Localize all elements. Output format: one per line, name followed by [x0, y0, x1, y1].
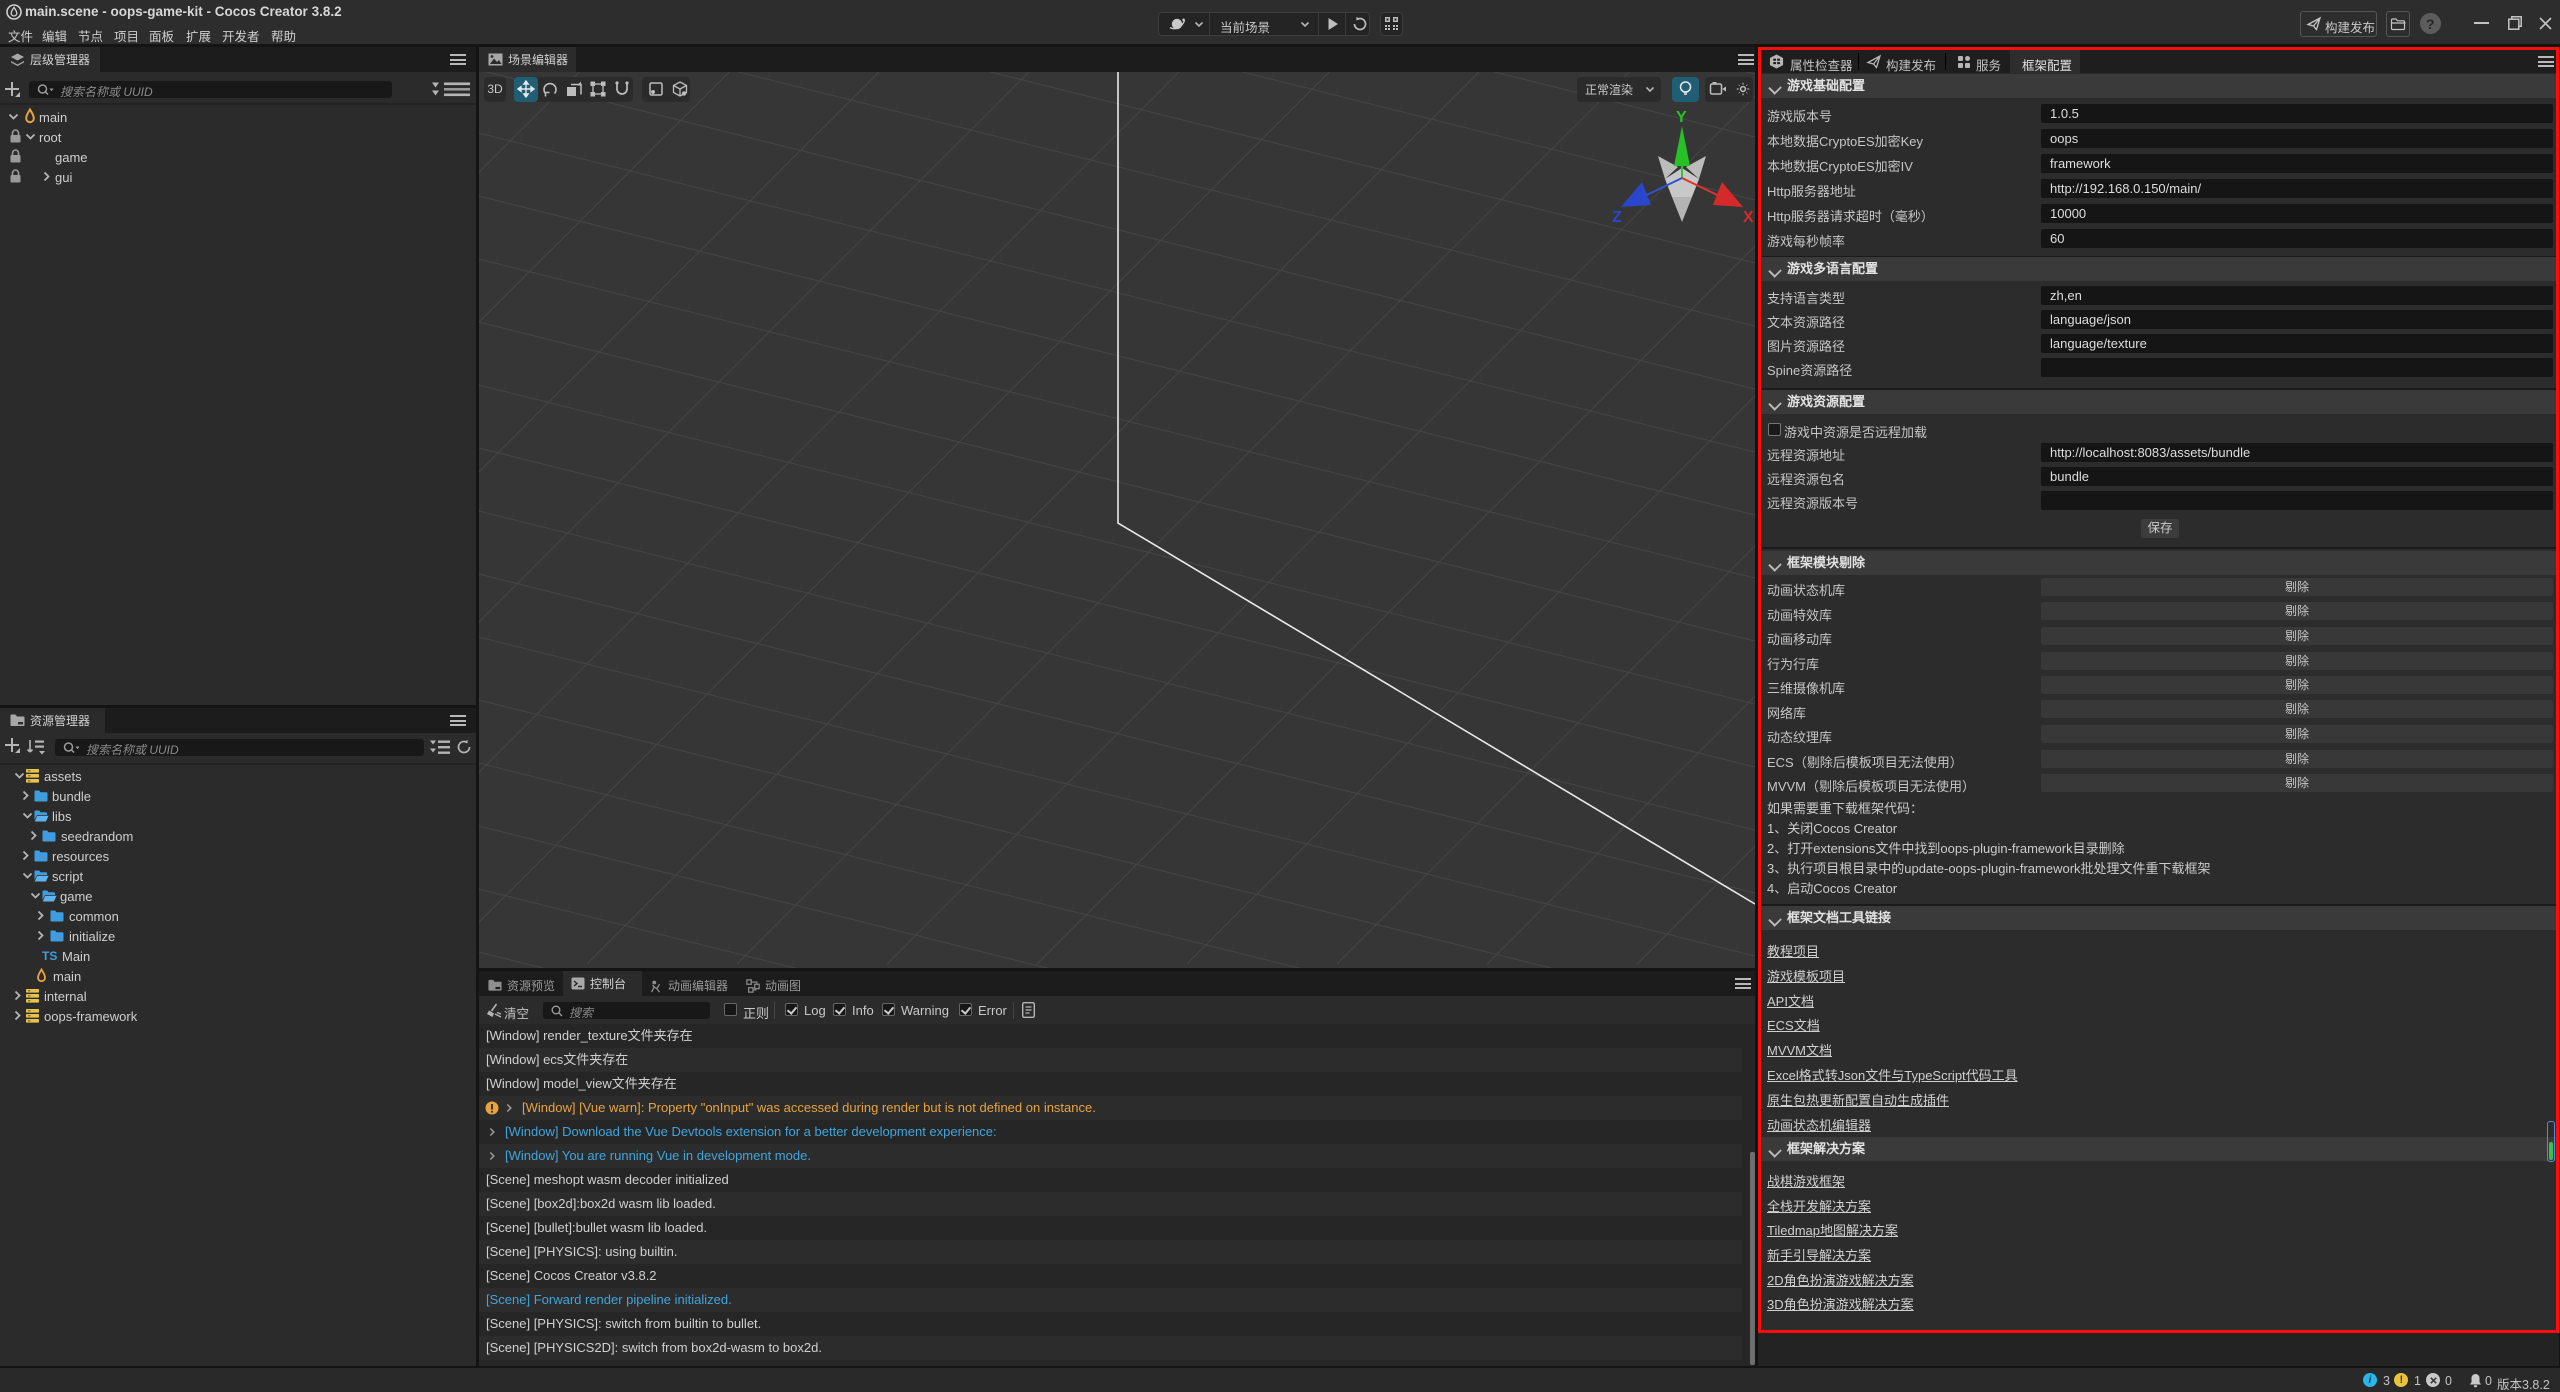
- svg-text:Z: Z: [1612, 209, 1622, 226]
- svg-text:X: X: [1743, 209, 1754, 226]
- svg-text:Y: Y: [1676, 109, 1687, 126]
